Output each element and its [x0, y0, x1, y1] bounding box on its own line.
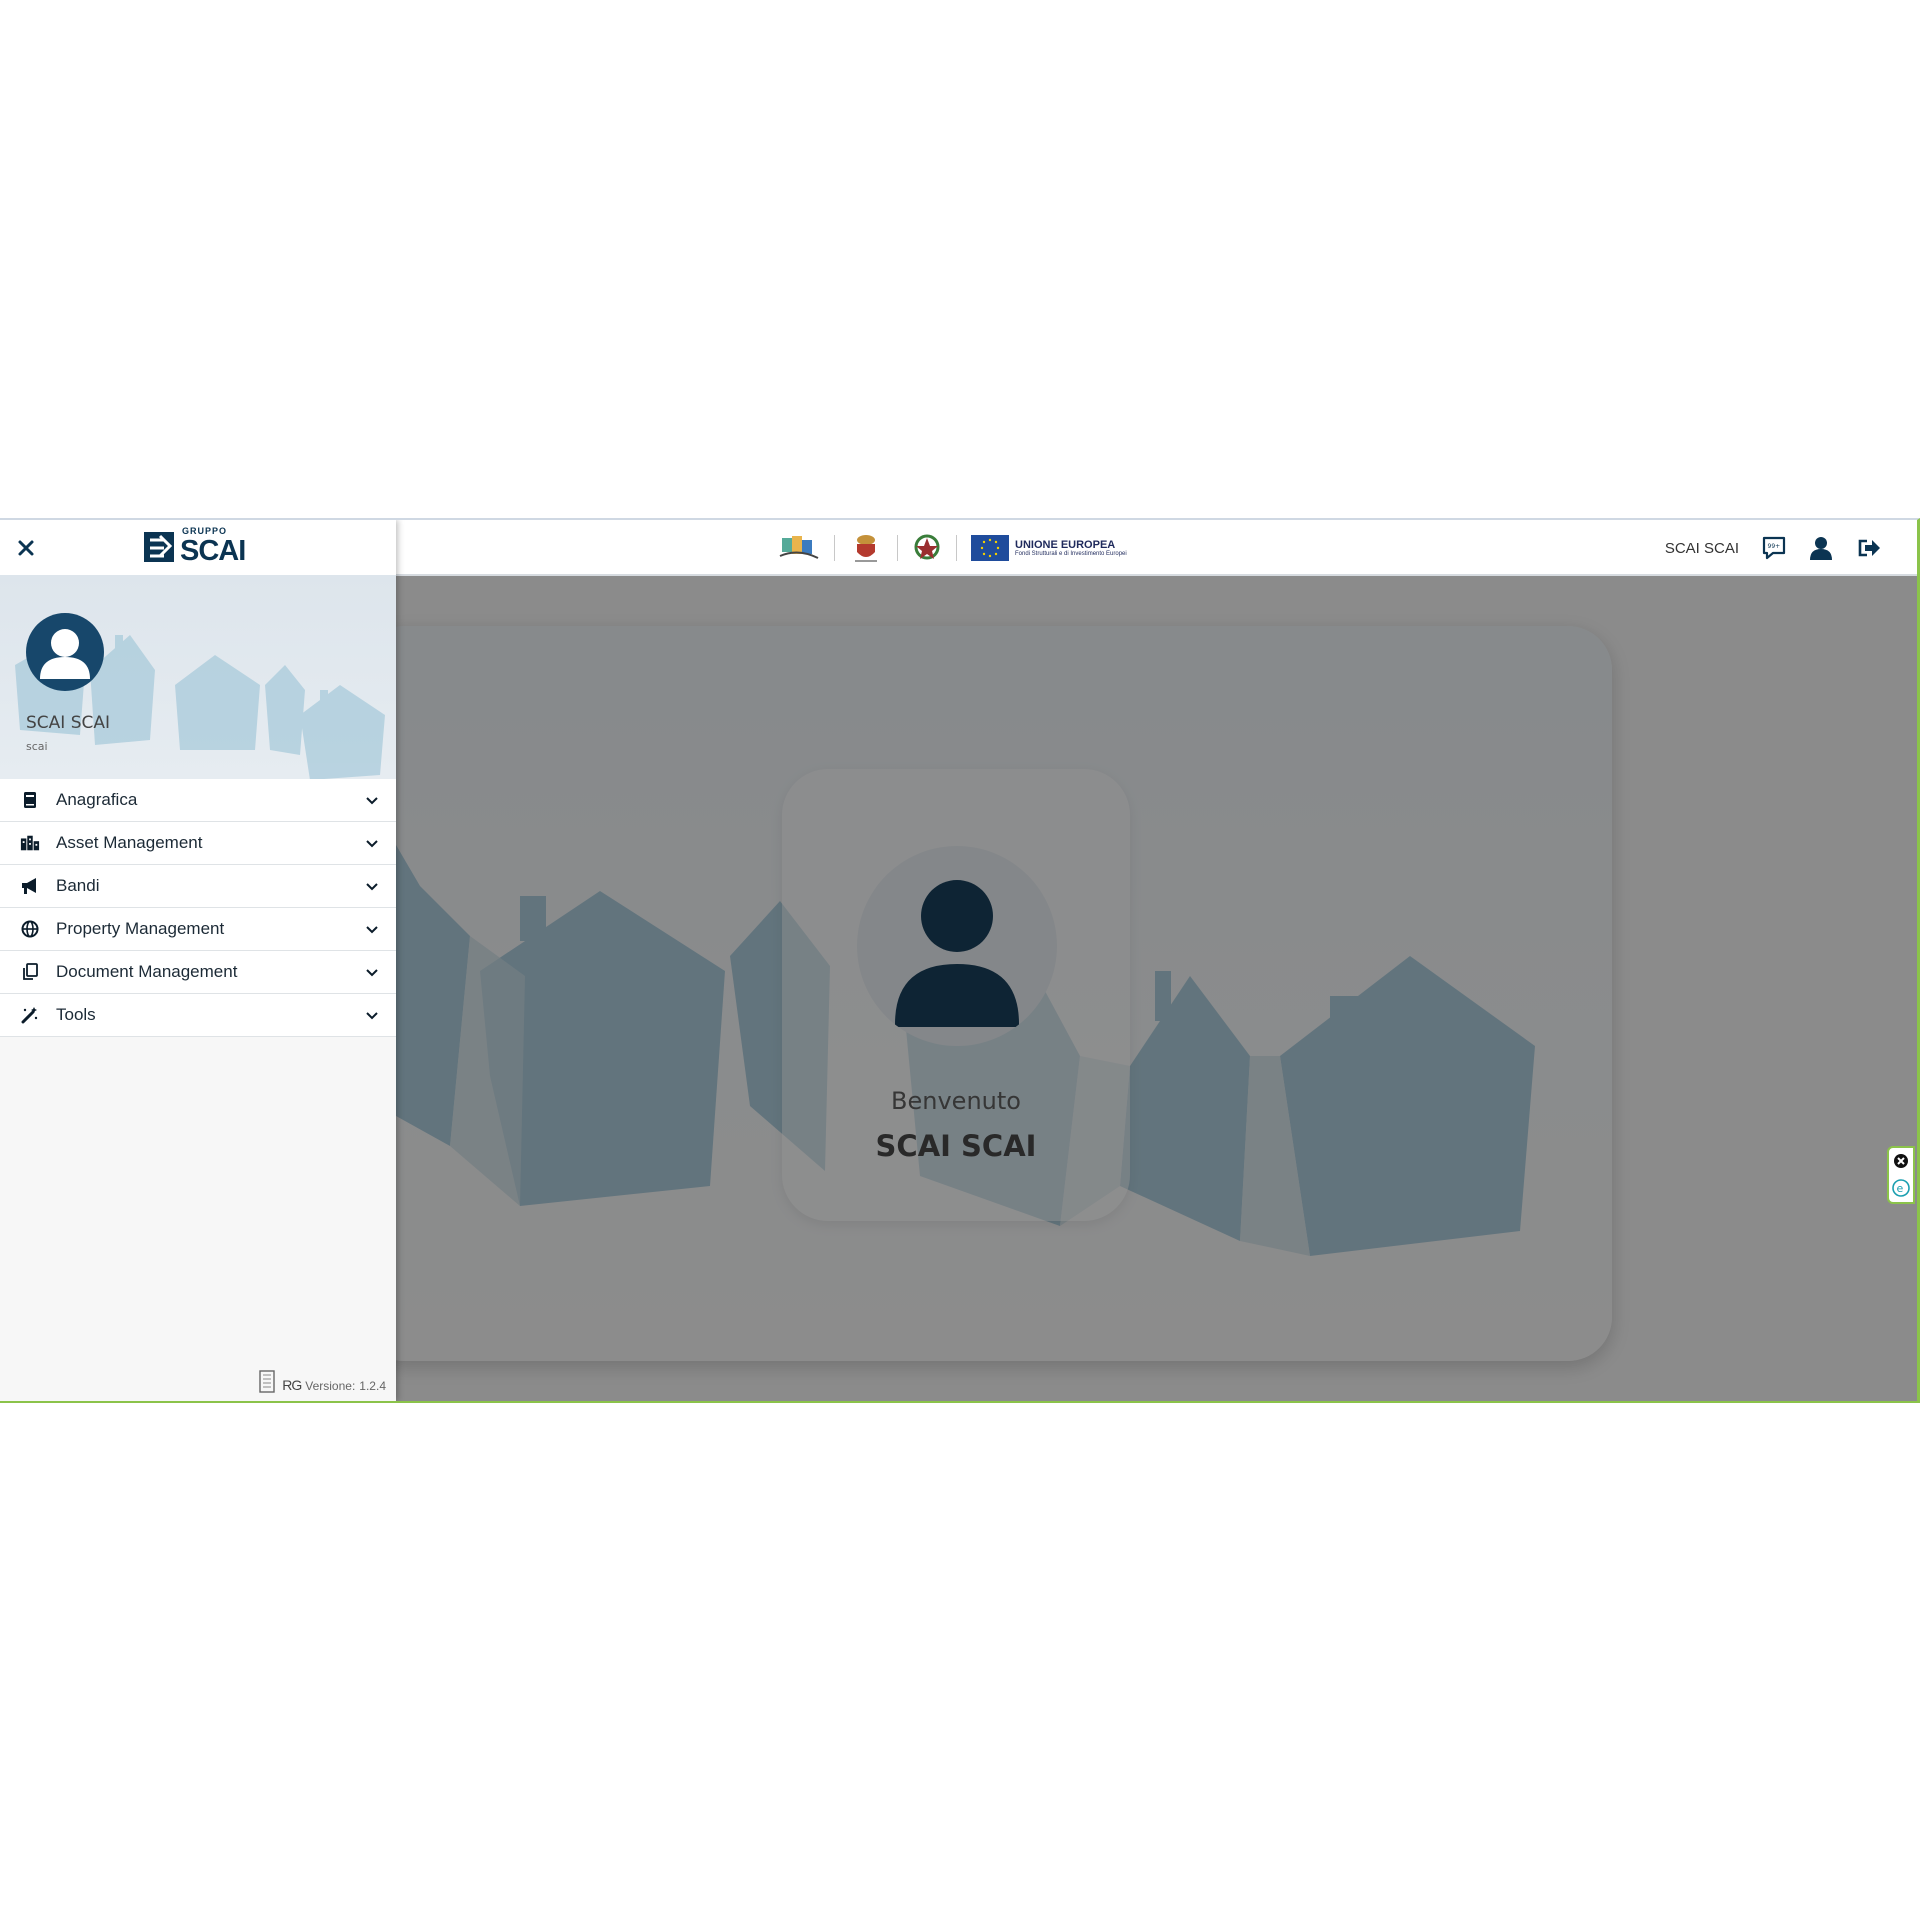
magic-wand-icon	[20, 1006, 40, 1024]
version-value: 1.2.4	[359, 1379, 386, 1393]
sidebar-item-label: Bandi	[56, 876, 100, 895]
globe-icon	[20, 920, 40, 938]
sidebar-item-anagrafica[interactable]: Anagrafica	[0, 779, 396, 822]
book-icon	[20, 791, 40, 809]
chevron-down-icon	[366, 969, 378, 977]
brand-name: SCAI	[180, 535, 246, 567]
eu-logo-subtitle: Fondi Strutturali e di Investimento Euro…	[1015, 551, 1127, 557]
chevron-down-icon	[366, 883, 378, 891]
close-icon[interactable]	[12, 534, 40, 562]
italian-republic-emblem	[914, 534, 940, 560]
sidebar-item-label: Property Management	[56, 919, 225, 938]
close-circle-icon[interactable]	[1893, 1153, 1909, 1169]
logo-separator	[956, 535, 957, 561]
chevron-down-icon	[366, 797, 378, 805]
user-area: SCAI SCAI 99+	[1665, 532, 1881, 564]
app-window: UNIONE EUROPEA Fondi Strutturali e di In…	[0, 518, 1920, 1403]
brand-logo: GRUPPO SCAI	[142, 526, 252, 570]
eu-flag-logo	[971, 535, 1009, 561]
profile-panel: SCAI SCAI scai	[0, 575, 396, 779]
sidebar-menu: Anagrafica Asset Management Bandi Proper…	[0, 779, 396, 1037]
sidebar-item-bandi[interactable]: Bandi	[0, 865, 396, 908]
chevron-down-icon	[366, 840, 378, 848]
chat-icon[interactable]: 99+	[1761, 535, 1787, 561]
sidebar-item-label: Asset Management	[56, 833, 203, 852]
footer-brand: RG	[282, 1377, 302, 1393]
sidebar: GRUPPO SCAI SCAI SCAI scai Anagrafica As…	[0, 520, 396, 1401]
sidebar-item-property-management[interactable]: Property Management	[0, 908, 396, 951]
logout-icon[interactable]	[1855, 535, 1881, 561]
eu-logo-text: UNIONE EUROPEA Fondi Strutturali e di In…	[1015, 539, 1127, 557]
welcome-label: Benvenuto	[891, 1087, 1021, 1115]
welcome-avatar	[857, 846, 1057, 1046]
logo-separator	[834, 535, 835, 561]
welcome-name: SCAI SCAI	[875, 1129, 1037, 1163]
sidebar-item-document-management[interactable]: Document Management	[0, 951, 396, 994]
welcome-card: Benvenuto SCAI SCAI	[782, 769, 1130, 1221]
svg-text:99+: 99+	[1768, 543, 1781, 550]
user-avatar-icon	[40, 629, 90, 679]
profile-avatar[interactable]	[26, 613, 104, 691]
sidebar-item-asset-management[interactable]: Asset Management	[0, 822, 396, 865]
municipality-logo	[779, 536, 819, 559]
sidebar-item-label: Document Management	[56, 962, 238, 981]
profile-username: scai	[26, 740, 48, 753]
sidebar-item-label: Anagrafica	[56, 790, 138, 809]
logo-separator	[897, 535, 898, 561]
scai-logo-mark	[144, 532, 174, 562]
sidebar-header: GRUPPO SCAI	[0, 520, 396, 575]
city-icon	[20, 834, 40, 852]
version-label: Versione:	[305, 1379, 356, 1393]
megaphone-icon	[20, 877, 40, 895]
side-widget: e	[1887, 1146, 1915, 1204]
sidebar-item-label: Tools	[56, 1005, 96, 1024]
sidebar-item-tools[interactable]: Tools	[0, 994, 396, 1037]
coat-of-arms-logo	[855, 535, 877, 562]
user-icon[interactable]	[1809, 535, 1833, 561]
user-avatar-icon	[895, 880, 1019, 1027]
partner-logos: UNIONE EUROPEA Fondi Strutturali e di In…	[778, 530, 1127, 566]
header-username: SCAI SCAI	[1664, 539, 1739, 557]
copy-icon	[20, 963, 40, 981]
accessibility-e-icon[interactable]: e	[1892, 1179, 1910, 1197]
building-icon	[259, 1370, 275, 1393]
sidebar-footer: RG Versione: 1.2.4	[258, 1369, 386, 1393]
chevron-down-icon	[366, 1012, 378, 1020]
svg-text:e: e	[1897, 1182, 1904, 1195]
eu-logo-title: UNIONE EUROPEA	[1015, 539, 1116, 551]
profile-name: SCAI SCAI	[26, 713, 111, 733]
chevron-down-icon	[366, 926, 378, 934]
